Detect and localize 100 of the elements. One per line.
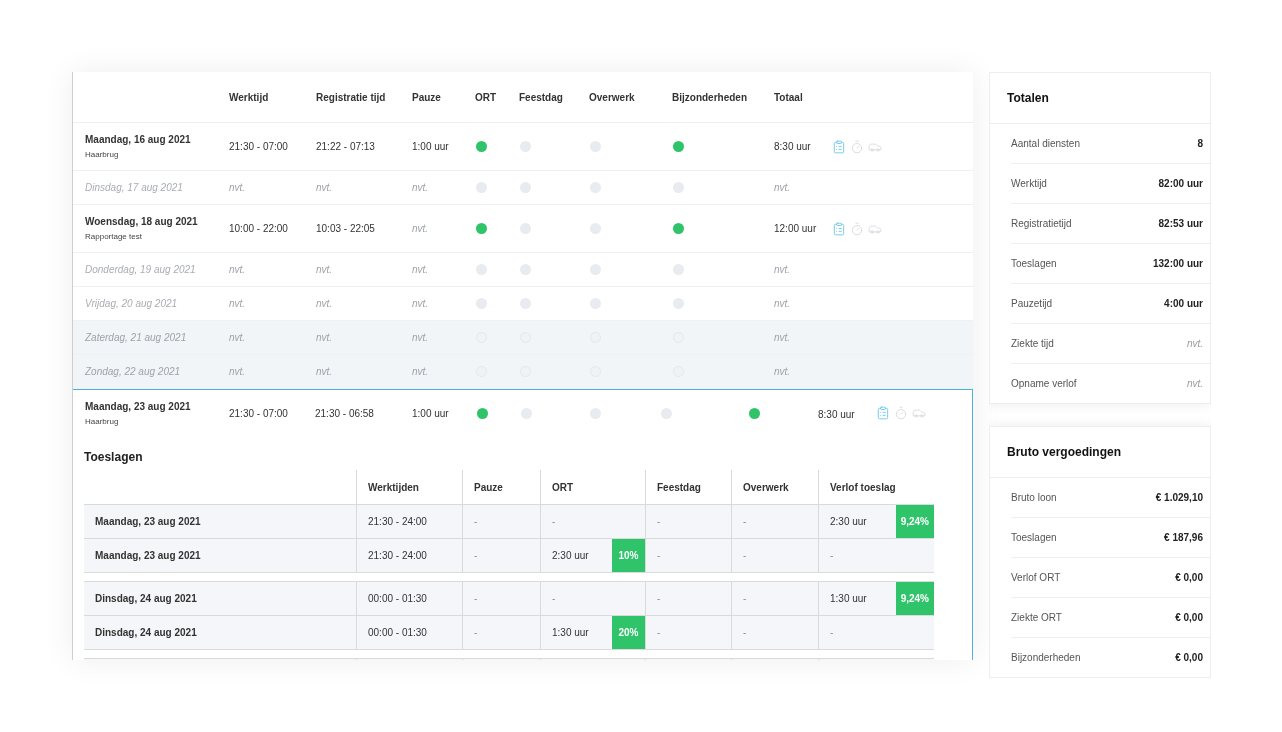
date-text: Vrijdag, 20 aug 2021: [85, 298, 179, 309]
totaal-text: nvt.: [774, 366, 792, 377]
schedule-row[interactable]: Vrijdag, 20 aug 2021 nvt. nvt. nvt. nvt.: [73, 287, 973, 321]
column-header: Overwerk: [589, 91, 636, 103]
registratie-text: nvt.: [316, 366, 334, 377]
date-text: Dinsdag, 24 aug 2021: [95, 593, 197, 604]
cell-text: -: [474, 550, 478, 561]
totaal-text: 8:30 uur: [774, 141, 812, 152]
summary-value: nvt.: [1186, 338, 1203, 349]
pauze-text: nvt.: [412, 332, 430, 343]
column-header: Totaal: [774, 91, 804, 103]
werktijd-text: 21:30 - 07:00: [229, 141, 289, 152]
werktijd-text: 21:30 - 07:00: [229, 407, 289, 419]
schedule-row[interactable]: Donderdag, 19 aug 2021 nvt. nvt. nvt. nvt.: [73, 253, 973, 287]
car-icon[interactable]: [912, 406, 926, 420]
summary-label: Toeslagen: [1011, 532, 1057, 543]
totaal-text: nvt.: [774, 264, 792, 275]
totaal-text: nvt.: [774, 182, 792, 193]
cell-text: 00:00 - 01:30: [368, 593, 427, 604]
summary-value: 8: [1197, 138, 1203, 149]
cell-text: -: [552, 593, 556, 604]
summary-label: Aantal diensten: [1011, 138, 1080, 149]
percentage-badge: 9,24%: [895, 505, 934, 538]
column-header: Registratie tijd: [316, 91, 387, 103]
location-text: Haarbrug: [85, 416, 120, 426]
timer-icon[interactable]: [850, 221, 864, 236]
schedule-row[interactable]: Woensdag, 18 aug 2021 Rapportage test 10:00 - 22:00 10:03 - 22:05 nvt. 12:00 uur: [73, 205, 973, 253]
summary-label: Werktijd: [1011, 178, 1047, 189]
summary-value: 82:53 uur: [1158, 218, 1203, 229]
werktijd-text: nvt.: [229, 332, 247, 343]
schedule-row[interactable]: Maandag, 16 aug 2021 Haarbrug 21:30 - 07:00 21:22 - 07:13 1:00 uur 8:30 uur: [73, 123, 973, 171]
summary-label: Opname verlof: [1011, 378, 1077, 389]
registratie-text: nvt.: [316, 264, 334, 275]
column-header: ORT: [552, 481, 574, 493]
werktijd-text: nvt.: [229, 366, 247, 377]
cell-text: 2:30 uur: [830, 516, 867, 527]
column-header: Verlof toeslag: [830, 481, 896, 493]
date-text: Zondag, 22 aug 2021: [85, 366, 182, 377]
summary-value: € 0,00: [1175, 572, 1203, 583]
date-text: Donderdag, 19 aug 2021: [85, 264, 197, 275]
percentage-badge: 9,24%: [895, 582, 934, 615]
totaal-text: 12:00 uur: [774, 223, 818, 234]
werktijd-text: nvt.: [229, 298, 247, 309]
column-header: ORT: [475, 91, 498, 103]
timer-icon[interactable]: [850, 139, 864, 154]
clipboard-icon[interactable]: [832, 139, 846, 154]
location-text: Haarbrug: [85, 150, 120, 159]
date-text: Dinsdag, 17 aug 2021: [85, 182, 184, 193]
cell-text: 1:30 uur: [552, 627, 589, 638]
totaal-text: nvt.: [774, 332, 792, 343]
summary-label: Bruto loon: [1011, 492, 1057, 503]
pauze-text: nvt.: [412, 182, 430, 193]
summary-value: 82:00 uur: [1158, 178, 1203, 189]
cell-text: -: [743, 516, 747, 527]
cell-text: -: [743, 550, 747, 561]
registratie-text: 21:30 - 06:58: [315, 407, 375, 419]
cell-text: -: [657, 550, 661, 561]
date-text: Woensdag, 18 aug 2021: [85, 216, 199, 227]
pauze-text: nvt.: [412, 264, 430, 275]
summary-value: 4:00 uur: [1164, 298, 1203, 309]
registratie-text: nvt.: [316, 332, 334, 343]
column-header: Werktijd: [229, 91, 270, 103]
cell-text: -: [657, 627, 661, 638]
pauze-text: nvt.: [412, 298, 430, 309]
cell-text: -: [830, 627, 834, 638]
schedule-row[interactable]: Dinsdag, 17 aug 2021 nvt. nvt. nvt. nvt.: [73, 171, 973, 205]
cell-text: -: [474, 593, 478, 604]
card-title: Bruto vergoedingen: [990, 427, 1210, 478]
schedule-row[interactable]: Zondag, 22 aug 2021 nvt. nvt. nvt. nvt.: [73, 355, 973, 389]
pauze-text: nvt.: [412, 223, 430, 234]
column-header: Overwerk: [743, 481, 789, 493]
column-header: Pauze: [474, 481, 503, 493]
werktijd-text: nvt.: [229, 264, 247, 275]
cell-text: 21:30 - 24:00: [368, 516, 427, 527]
date-text: Maandag, 23 aug 2021: [85, 400, 192, 412]
pauze-text: 1:00 uur: [412, 141, 450, 152]
registratie-text: nvt.: [316, 182, 334, 193]
cell-text: -: [474, 516, 478, 527]
date-text: Maandag, 23 aug 2021: [95, 516, 201, 527]
percentage-badge: 20%: [612, 616, 645, 649]
clipboard-icon[interactable]: [876, 406, 890, 420]
pauze-text: 1:00 uur: [412, 407, 450, 419]
cell-text: -: [830, 550, 834, 561]
cell-text: 21:30 - 24:00: [368, 550, 427, 561]
summary-value: € 1.029,10: [1155, 492, 1203, 503]
timer-icon[interactable]: [894, 406, 908, 420]
summary-label: Pauzetijd: [1011, 298, 1053, 309]
section-title: Toeslagen: [84, 450, 144, 464]
clipboard-icon[interactable]: [832, 221, 846, 236]
summary-label: Bijzonderheden: [1011, 652, 1081, 663]
location-text: Rapportage test: [85, 232, 143, 241]
date-text: Maandag, 23 aug 2021: [95, 550, 201, 561]
summary-value: € 0,00: [1175, 652, 1203, 663]
cell-text: 00:00 - 01:30: [368, 627, 427, 638]
werktijd-text: 10:00 - 22:00: [229, 223, 289, 234]
schedule-row[interactable]: Zaterdag, 21 aug 2021 nvt. nvt. nvt. nvt.: [73, 321, 973, 355]
cell-text: 2:30 uur: [552, 550, 589, 561]
column-header: Werktijden: [368, 481, 419, 493]
pauze-text: nvt.: [412, 366, 430, 377]
summary-label: Registratietijd: [1011, 218, 1072, 229]
